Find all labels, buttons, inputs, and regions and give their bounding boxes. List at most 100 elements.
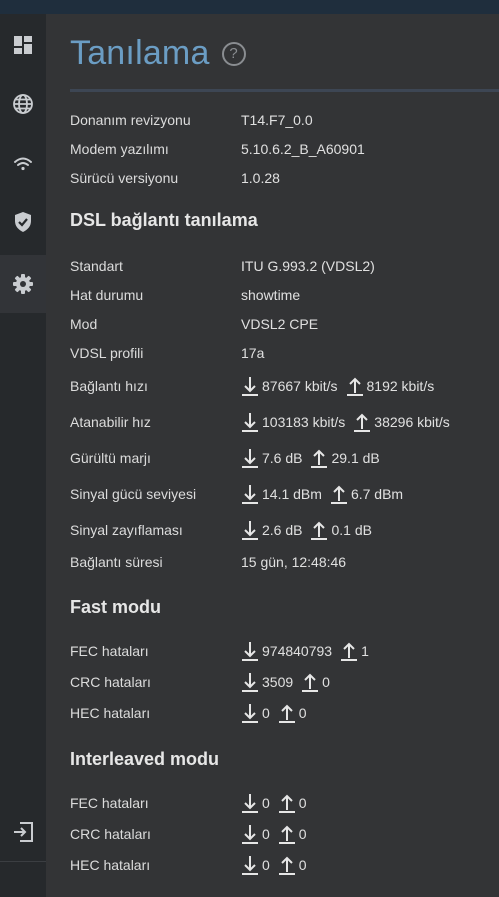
value-up: 0 [298,857,307,873]
row-uptime: Bağlantı süresi 15 gün, 12:48:46 [70,551,490,573]
help-icon[interactable]: ? [221,41,246,66]
row-mode: Mod VDSL2 CPE [70,313,490,335]
label: Modem yazılımı [70,141,169,157]
row-attainable-rate: Atanabilir hız 103183 kbit/s 38296 kbit/… [70,411,490,433]
row-hardware-revision: Donanım revizyonu T14.F7_0.0 [70,109,490,131]
upload-arrow-icon [278,703,296,723]
diagnostics-panel: Tanılama ? Donanım revizyonu T14.F7_0.0 … [46,14,499,897]
logout-icon [14,822,33,842]
value-down: 0 [262,795,270,811]
sidebar-item-wifi[interactable] [0,134,46,192]
value-up: 0 [298,795,307,811]
download-arrow-icon [241,824,259,844]
value-down: 0 [262,857,270,873]
label: Bağlantı süresi [70,554,163,570]
label: Atanabilir hız [70,414,151,430]
section-heading-fast: Fast modu [70,597,162,617]
title-row: Tanılama ? [70,34,246,73]
row-attenuation: Sinyal zayıflaması 2.6 dB 0.1 dB [70,519,490,541]
value-up: 38296 kbit/s [374,414,450,430]
row-interleaved-crc: CRC hataları 0 0 [70,823,490,845]
row-interleaved-hec: HEC hataları 0 0 [70,854,490,876]
value-down: 0 [262,826,270,842]
download-arrow-icon [241,412,259,432]
download-arrow-icon [241,793,259,813]
label: HEC hataları [70,705,151,721]
gear-icon [13,274,33,294]
download-arrow-icon [241,672,259,692]
label: Sinyal gücü seviyesi [70,486,197,502]
upload-arrow-icon [310,520,328,540]
value: 1.0.28 [241,170,280,186]
row-connection-rate: Bağlantı hızı 87667 kbit/s 8192 kbit/s [70,375,490,397]
value-up: 6.7 dBm [350,486,404,502]
upload-arrow-icon [353,412,371,432]
sidebar [0,14,46,897]
upload-arrow-icon [340,641,358,661]
download-arrow-icon [241,520,259,540]
label: Sürücü versiyonu [70,170,179,186]
value: 5.10.6.2_B_A60901 [241,141,365,157]
value-down: 974840793 [262,643,333,659]
value-down: 14.1 dBm [262,486,322,502]
upload-arrow-icon [346,376,364,396]
row-fast-fec: FEC hataları 974840793 1 [70,640,490,662]
label: FEC hataları [70,643,149,659]
row-fast-hec: HEC hataları 0 0 [70,702,490,724]
label: Bağlantı hızı [70,378,148,394]
shield-check-icon [15,212,31,232]
label: FEC hataları [70,795,149,811]
wifi-icon [14,157,32,171]
sidebar-divider [0,861,46,862]
label: Standart [70,258,123,274]
value: showtime [241,287,301,303]
download-arrow-icon [241,376,259,396]
row-signal-power: Sinyal gücü seviyesi 14.1 dBm 6.7 dBm [70,483,490,505]
dashboard-icon [14,36,32,54]
value-down: 7.6 dB [262,450,303,466]
value-up: 1 [361,643,369,659]
label: CRC hataları [70,826,151,842]
upload-arrow-icon [278,824,296,844]
download-arrow-icon [241,448,259,468]
value-up: 0 [322,674,330,690]
row-driver-version: Sürücü versiyonu 1.0.28 [70,167,490,189]
upload-arrow-icon [310,448,328,468]
row-noise-margin: Gürültü marjı 7.6 dB 29.1 dB [70,447,490,469]
download-arrow-icon [241,855,259,875]
top-bar [0,0,499,14]
row-standard: Standart ITU G.993.2 (VDSL2) [70,255,490,277]
label: Hat durumu [70,287,144,303]
row-line-status: Hat durumu showtime [70,284,490,306]
sidebar-item-internet[interactable] [0,75,46,133]
label: CRC hataları [70,674,151,690]
label: Gürültü marjı [70,450,151,466]
label: Sinyal zayıflaması [70,522,183,538]
label: Donanım revizyonu [70,112,191,128]
sidebar-item-settings[interactable] [0,255,46,313]
sidebar-item-security[interactable] [0,193,46,251]
value-down: 0 [262,705,270,721]
upload-arrow-icon [330,484,348,504]
section-heading-dsl: DSL bağlantı tanılama [70,210,258,230]
page-title: Tanılama [70,34,210,72]
value-down: 87667 kbit/s [262,378,338,394]
label: VDSL profili [70,345,144,361]
value-up: 0 [298,826,307,842]
value: T14.F7_0.0 [241,112,313,128]
upload-arrow-icon [301,672,319,692]
sidebar-item-dashboard[interactable] [0,16,46,74]
section-heading-interleaved: Interleaved modu [70,749,220,769]
value-down: 3509 [262,674,294,690]
sidebar-item-menu[interactable] [0,869,46,897]
title-underline [70,89,499,92]
value-up: 8192 kbit/s [366,378,435,394]
sidebar-item-logout[interactable] [0,803,46,861]
upload-arrow-icon [278,855,296,875]
value: ITU G.993.2 (VDSL2) [241,258,375,274]
download-arrow-icon [241,484,259,504]
download-arrow-icon [241,641,259,661]
upload-arrow-icon [278,793,296,813]
value-up: 29.1 dB [331,450,380,466]
label: HEC hataları [70,857,151,873]
